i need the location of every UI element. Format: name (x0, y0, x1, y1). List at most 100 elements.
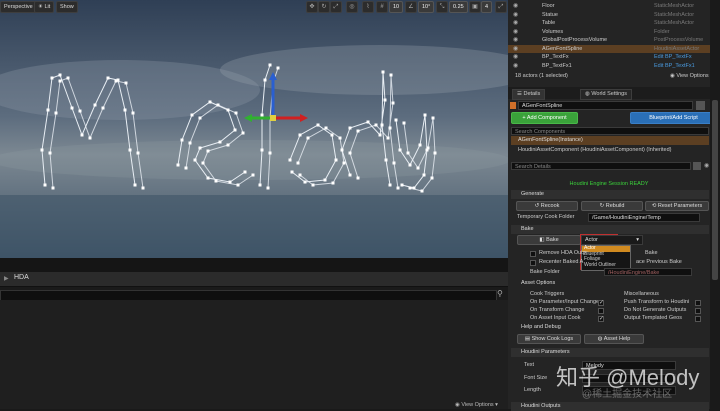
grid-snap-value[interactable]: 10 (389, 1, 404, 13)
outliner-row-name: Table (542, 20, 556, 26)
spline-point (408, 163, 412, 167)
spline-point (430, 176, 434, 180)
camera-speed-value[interactable]: 4 (481, 1, 493, 13)
tab-world-settings[interactable]: ◍ World Settings (580, 89, 632, 100)
grid-view-icon[interactable] (693, 162, 701, 170)
outliner-row[interactable]: ◉ Table StaticMeshActor (508, 19, 710, 27)
help-debug-section[interactable]: Help and Debug (511, 323, 709, 332)
bake-folder-field[interactable]: /HoudiniEngine/Bake (604, 268, 692, 276)
grid-snap-icon[interactable]: # (376, 1, 388, 13)
search-details-input[interactable]: Search Details (511, 162, 691, 170)
visibility-icon[interactable]: ◉ (513, 11, 518, 19)
lock-icon[interactable] (696, 101, 705, 110)
perspective-button[interactable]: Perspective (0, 1, 37, 13)
visibility-icon[interactable]: ◉ (513, 45, 518, 53)
asset-options-section[interactable]: Asset Options (511, 279, 709, 288)
on-asset-input-cook-checkbox[interactable] (598, 315, 604, 322)
hda-content-area[interactable]: ◉ View Options ▾ (0, 300, 508, 409)
temp-cook-folder-field[interactable]: /Game/HoudiniEngine/Temp (588, 213, 700, 222)
panel-gap (0, 258, 508, 272)
outliner-row[interactable]: ◉ GlobalPostProcessVolume PostProcessVolum… (508, 36, 710, 44)
spline-point (384, 158, 388, 162)
remove-hda-checkbox[interactable] (530, 251, 536, 257)
surface-snap-icon[interactable]: ⌇ (362, 1, 374, 13)
spline-point (58, 79, 62, 83)
outliner-view-options[interactable]: ◉ View Options ▾ (670, 73, 713, 79)
generate-section[interactable]: Generate (511, 190, 709, 199)
on-param-change-checkbox[interactable] (598, 299, 604, 306)
outliner-row[interactable]: ◉ Volumes Folder (508, 28, 710, 36)
rotation-snap-icon[interactable]: ∠ (405, 1, 417, 13)
reset-parameters-button[interactable]: ⟲ Reset Parameters (645, 201, 709, 211)
show-cook-logs-button[interactable]: ▤ Show Cook Logs (517, 334, 581, 344)
visibility-icon[interactable]: ◉ (513, 53, 518, 61)
add-component-button[interactable]: + Add Component (511, 112, 578, 124)
houdini-component-row[interactable]: HoudiniAssetComponent (HoudiniAssetCompo… (511, 146, 709, 155)
on-transform-change-checkbox[interactable] (598, 308, 604, 314)
eye-icon[interactable]: ◉ (704, 162, 709, 169)
outliner-row[interactable]: ◉ Statue StaticMeshActor (508, 11, 710, 19)
rotate-icon[interactable]: ↻ (318, 1, 330, 13)
show-button[interactable]: Show (56, 1, 78, 13)
spline-point (303, 180, 307, 184)
scrollbar-thumb[interactable] (712, 100, 718, 280)
rotation-snap-value[interactable]: 10° (418, 1, 435, 13)
translate-icon[interactable]: ✥ (306, 1, 318, 13)
spline-point (46, 108, 50, 112)
spline-point (123, 108, 127, 112)
push-transform-checkbox[interactable] (695, 300, 701, 306)
spline-point (324, 126, 328, 130)
bake-folder-label: Bake Folder (530, 269, 560, 275)
spline-point (388, 126, 392, 130)
spline-point (290, 170, 294, 174)
scale-icon[interactable]: ⤢ (330, 1, 342, 13)
outliner-row[interactable]: ◉ BP_TextFx Edit BP_TextFx (508, 53, 710, 61)
cook-triggers-label: Cook Triggers (530, 291, 565, 297)
bake-button[interactable]: ◧ Bake (517, 235, 581, 245)
outliner-row[interactable]: ◉ Floor StaticMeshActor (508, 2, 710, 10)
component-instance-row[interactable]: AGenFontSpline(Instance) (511, 136, 709, 145)
outliner-row-name: BP_TextFx1 (542, 62, 572, 69)
spline-point (378, 133, 382, 137)
level-viewport[interactable]: Perspective ☀ Lit Show ✥ ↻ ⤢ ◎ ⌇ # 10 ∠ … (0, 0, 508, 258)
hda-view-options[interactable]: ◉ View Options ▾ (455, 402, 498, 408)
world-space-icon[interactable]: ◎ (346, 1, 358, 13)
visibility-icon[interactable]: ◉ (513, 62, 518, 70)
search-components-input[interactable]: Search Components (511, 127, 709, 135)
recook-button[interactable]: ↺ Recook (516, 201, 578, 211)
search-icon[interactable]: ⚲ (497, 289, 503, 298)
spline-point (381, 70, 385, 74)
output-templated-checkbox[interactable] (695, 316, 701, 322)
recenter-label: Recenter Baked A (539, 259, 584, 265)
visibility-icon[interactable]: ◉ (513, 19, 518, 27)
maximize-viewport-icon[interactable]: ⤢ (495, 1, 507, 13)
folder-arrow-icon[interactable]: ▶ (4, 275, 9, 282)
houdini-parameters-section[interactable]: Houdini Parameters (511, 348, 709, 357)
visibility-icon[interactable]: ◉ (513, 2, 518, 10)
blueprint-add-script-button[interactable]: Blueprint/Add Script (630, 112, 717, 124)
scale-snap-value[interactable]: 0.25 (449, 1, 468, 13)
lit-button[interactable]: ☀ Lit (34, 1, 55, 13)
on-asset-input-cook-label: On Asset Input Cook (530, 315, 581, 321)
outliner-row-type[interactable]: Edit BP_TextFx1 (654, 62, 695, 70)
spline-point (236, 183, 240, 187)
tab-details[interactable]: ☰ Details (512, 89, 546, 100)
outliner-row-name: Statue (542, 11, 558, 18)
outliner-row-type[interactable]: Edit BP_TextFx (654, 53, 692, 61)
outliner-row[interactable]: ◉ AGenFontSpline HoudiniAssetActor (508, 44, 710, 53)
camera-speed-icon[interactable]: ▣ (469, 1, 481, 13)
right-panel-scrollbar[interactable] (710, 0, 720, 409)
actor-name-field[interactable]: AGenFontSpline (518, 101, 693, 110)
scale-snap-icon[interactable]: ⤡ (436, 1, 448, 13)
visibility-icon[interactable]: ◉ (513, 36, 518, 44)
asset-help-button[interactable]: ◍ Asset Help (584, 334, 644, 344)
visibility-icon[interactable]: ◉ (513, 28, 518, 36)
spline-point (330, 133, 334, 137)
outliner-row[interactable]: ◉ BP_TextFx1 Edit BP_TextFx1 (508, 62, 710, 70)
do-not-generate-checkbox[interactable] (695, 308, 701, 314)
bake-section[interactable]: Bake (511, 225, 709, 234)
houdini-outputs-section[interactable]: Houdini Outputs (511, 402, 709, 411)
rebuild-button[interactable]: ↻ Rebuild (581, 201, 643, 211)
bake-type-select[interactable]: Actor ▾ (581, 235, 643, 245)
recenter-checkbox[interactable] (530, 260, 536, 266)
